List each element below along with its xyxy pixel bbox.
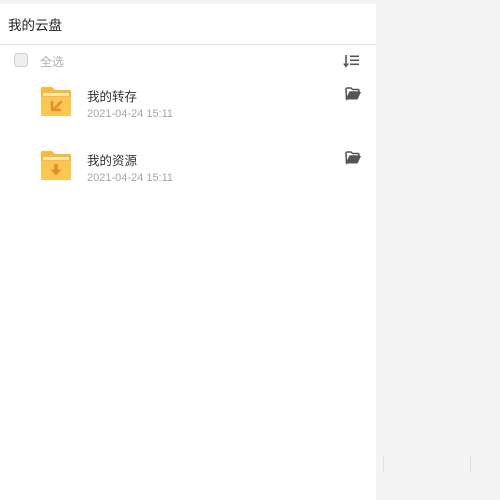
select-all-label[interactable]: 全选 xyxy=(40,53,64,70)
divider xyxy=(470,455,471,473)
list-toolbar: 全选 xyxy=(0,45,376,77)
item-date: 2021-04-24 15:11 xyxy=(87,172,174,184)
item-name[interactable]: 我的转存 xyxy=(87,86,137,105)
item-date: 2021-04-24 15:11 xyxy=(87,108,174,120)
folder-download-icon xyxy=(41,151,71,180)
cloud-drive-panel: 我的云盘 全选 我的转存 2021-04-24 15:11 我的资源 2021-… xyxy=(0,4,376,500)
page-title: 我的云盘 xyxy=(8,18,62,34)
panel-header: 我的云盘 xyxy=(0,4,376,45)
open-folder-icon[interactable] xyxy=(345,151,362,165)
divider xyxy=(383,455,384,473)
sort-icon[interactable] xyxy=(343,53,361,69)
select-all-checkbox[interactable] xyxy=(14,53,28,67)
list-item[interactable]: 我的转存 2021-04-24 15:11 xyxy=(0,77,376,141)
right-empty-area xyxy=(376,4,500,500)
folder-transfer-icon xyxy=(41,87,71,116)
item-name[interactable]: 我的资源 xyxy=(87,150,137,169)
open-folder-icon[interactable] xyxy=(345,87,362,101)
list-item[interactable]: 我的资源 2021-04-24 15:11 xyxy=(0,141,376,205)
